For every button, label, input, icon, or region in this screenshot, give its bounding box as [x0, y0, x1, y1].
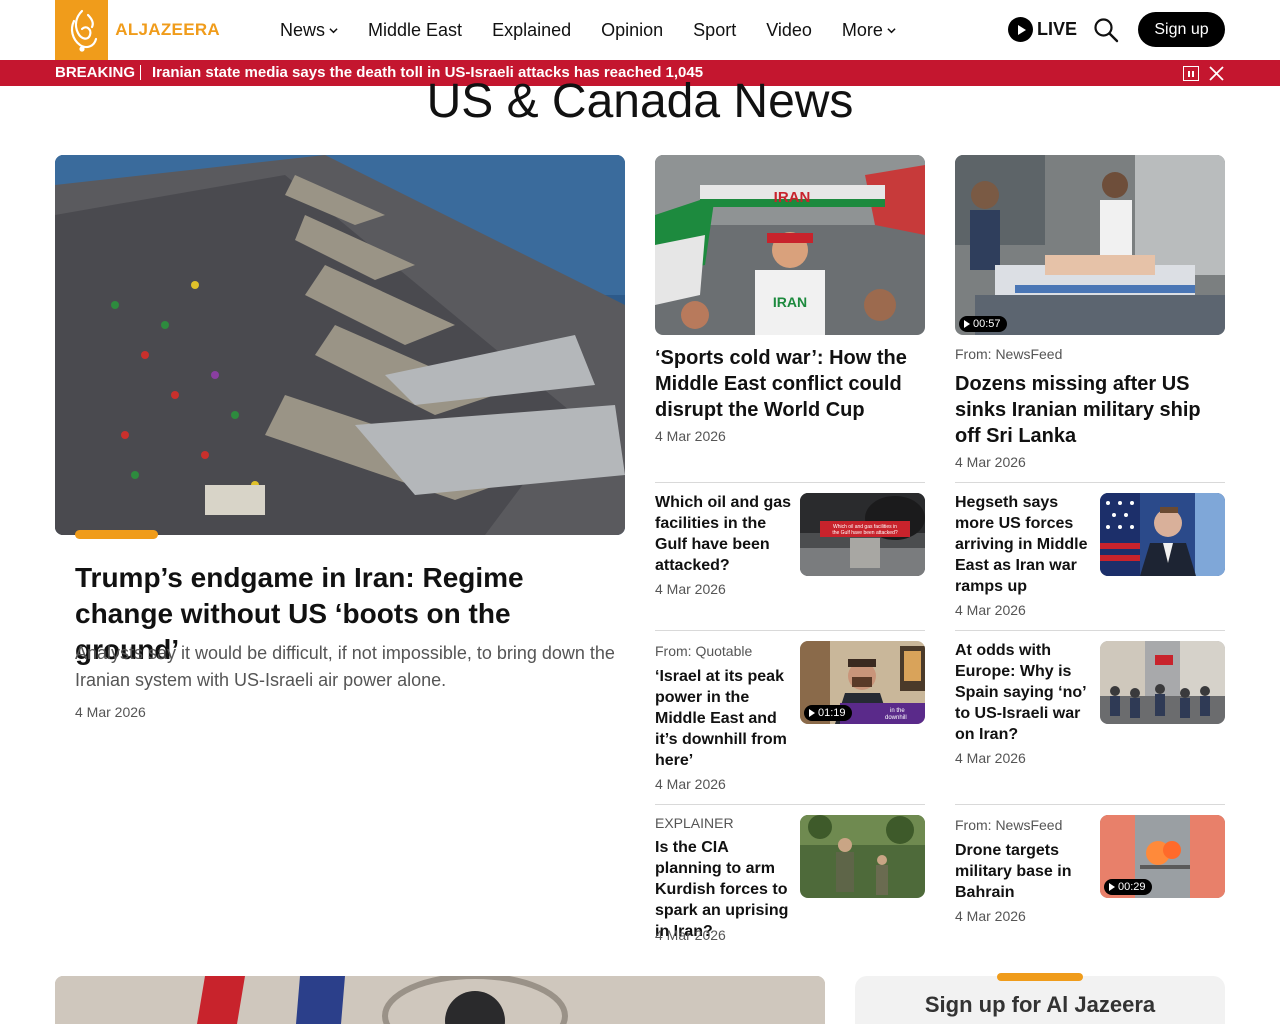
- scarf-text: IRAN: [774, 189, 811, 206]
- featured-date: 4 Mar 2026: [75, 704, 146, 720]
- newsletter-accent-bar: [997, 973, 1083, 981]
- chevron-down-icon: [329, 27, 338, 33]
- card-source: From: NewsFeed: [955, 346, 1063, 362]
- play-icon: [1008, 17, 1033, 42]
- card-headline[interactable]: Dozens missing after US sinks Iranian mi…: [955, 371, 1230, 449]
- duration-label: 00:57: [973, 318, 1001, 330]
- thumb-caption-line: the Gulf have been attacked?: [832, 530, 898, 536]
- search-icon[interactable]: [1093, 17, 1119, 43]
- nav-item-more[interactable]: More: [842, 20, 896, 41]
- thumb-caption-line: downhill: [885, 715, 907, 721]
- site-header: ALJAZEERA News Middle East Explained Opi…: [0, 0, 1280, 60]
- bahrain-drone-video-thumbnail[interactable]: 00:29: [1100, 815, 1225, 898]
- card-date: 4 Mar 2026: [955, 454, 1026, 470]
- featured-image[interactable]: [55, 155, 625, 535]
- duration-label: 01:19: [818, 707, 846, 719]
- quotable-video-thumbnail[interactable]: in the downhill 01:19: [800, 641, 925, 724]
- main-nav: News Middle East Explained Opinion Sport…: [280, 0, 926, 60]
- live-button[interactable]: LIVE: [1008, 17, 1077, 42]
- nav-item-news[interactable]: News: [280, 20, 338, 41]
- nav-item-label: Opinion: [601, 19, 664, 40]
- chevron-down-icon: [887, 27, 896, 33]
- list-item-date: 4 Mar 2026: [655, 776, 726, 792]
- nav-item-middle-east[interactable]: Middle East: [368, 20, 462, 41]
- sports-cold-war-image[interactable]: IRAN IRAN: [655, 155, 925, 335]
- video-duration-badge: 01:19: [804, 705, 852, 721]
- list-item-date: 4 Mar 2026: [955, 750, 1026, 766]
- play-icon: [1109, 883, 1115, 891]
- signup-button[interactable]: Sign up: [1138, 12, 1225, 47]
- kurdish-forces-thumbnail[interactable]: [800, 815, 925, 898]
- page-title: US & Canada News: [426, 75, 854, 128]
- list-item-source: From: NewsFeed: [955, 817, 1063, 833]
- live-label: LIVE: [1037, 19, 1078, 39]
- nav-item-label: News: [280, 19, 326, 40]
- nav-item-label: Middle East: [368, 19, 463, 40]
- newsletter-title: Sign up for Al Jazeera: [924, 992, 1156, 1017]
- aljazeera-wordmark: ALJAZEERA: [115, 20, 220, 39]
- next-story-image[interactable]: [55, 976, 825, 1024]
- hegseth-thumbnail[interactable]: [1100, 493, 1225, 576]
- nav-item-explained[interactable]: Explained: [492, 20, 571, 41]
- spain-thumbnail[interactable]: [1100, 641, 1225, 724]
- divider: [955, 482, 1225, 483]
- list-item-date: 4 Mar 2026: [655, 581, 726, 597]
- list-item-headline[interactable]: Drone targets military base in Bahrain: [955, 840, 1095, 903]
- featured-summary: Analysts say it would be difficult, if n…: [75, 643, 615, 690]
- nav-item-label: Sport: [693, 19, 737, 40]
- card-headline[interactable]: ‘Sports cold war’: How the Middle East c…: [655, 345, 925, 423]
- nav-item-sport[interactable]: Sport: [693, 20, 736, 41]
- list-item-date: 4 Mar 2026: [655, 927, 726, 943]
- list-item-headline[interactable]: ‘Israel at its peak power in the Middle …: [655, 666, 795, 771]
- nav-item-label: Video: [766, 19, 812, 40]
- list-item-headline[interactable]: Hegseth says more US forces arriving in …: [955, 492, 1095, 597]
- list-item-label-explainer: EXPLAINER: [655, 815, 734, 831]
- aljazeera-logo-mark-icon: [55, 0, 109, 60]
- list-item-headline[interactable]: Which oil and gas facilities in the Gulf…: [655, 492, 795, 576]
- list-item-date: 4 Mar 2026: [955, 602, 1026, 618]
- featured-accent-bar: [75, 530, 158, 539]
- divider: [655, 482, 925, 483]
- duration-label: 00:29: [1118, 881, 1146, 893]
- nav-item-opinion[interactable]: Opinion: [601, 20, 663, 41]
- nav-item-label: More: [841, 19, 883, 40]
- divider: [655, 804, 925, 805]
- divider: [955, 630, 1225, 631]
- nav-item-video[interactable]: Video: [766, 20, 812, 41]
- shirt-text: IRAN: [773, 294, 807, 310]
- list-item-source: From: Quotable: [655, 643, 753, 659]
- video-duration-badge: 00:29: [1104, 879, 1152, 895]
- sri-lanka-video-thumbnail[interactable]: 00:57: [955, 155, 1225, 335]
- video-duration-badge: 00:57: [959, 316, 1007, 332]
- play-icon: [809, 709, 815, 717]
- divider: [955, 804, 1225, 805]
- gulf-facilities-thumbnail[interactable]: Which oil and gas facilities in the Gulf…: [800, 493, 925, 576]
- nav-item-label: Explained: [492, 19, 572, 40]
- divider: [655, 630, 925, 631]
- list-item-date: 4 Mar 2026: [955, 908, 1026, 924]
- card-date: 4 Mar 2026: [655, 428, 726, 444]
- aljazeera-logo[interactable]: ALJAZEERA: [55, 0, 220, 60]
- list-item-headline[interactable]: At odds with Europe: Why is Spain saying…: [955, 640, 1095, 745]
- thumb-caption-line: in the: [890, 708, 905, 714]
- play-icon: [964, 320, 970, 328]
